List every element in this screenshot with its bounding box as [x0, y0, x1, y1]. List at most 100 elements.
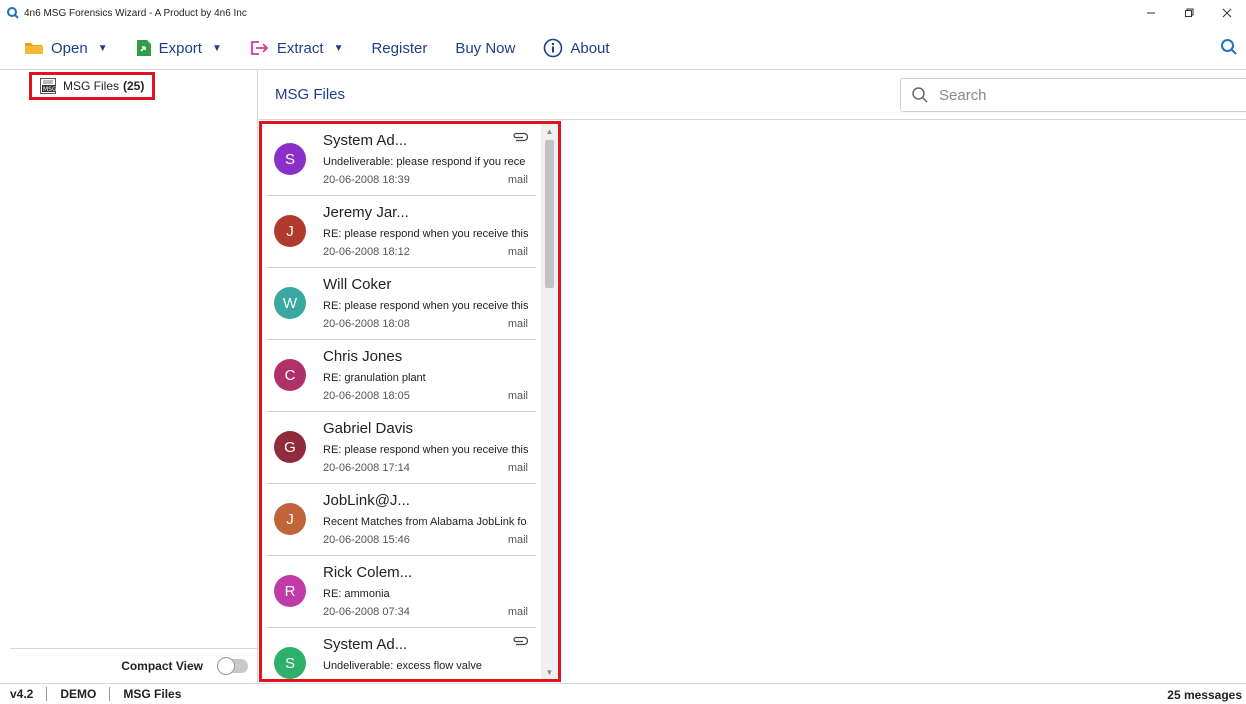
- message-sender: Chris Jones: [323, 348, 403, 365]
- message-date: 20-06-2008 07:34: [323, 606, 410, 618]
- message-date: 20-06-2008 15:46: [323, 534, 410, 546]
- message-type: mail: [507, 606, 528, 618]
- status-divider: [46, 687, 48, 701]
- minimize-icon: [1147, 12, 1155, 14]
- sender-avatar: S: [274, 647, 306, 679]
- close-button[interactable]: [1208, 0, 1246, 26]
- page-title: MSG Files: [275, 86, 346, 103]
- status-bar: v4.2 DEMO MSG Files 25 messages: [0, 683, 1246, 704]
- sender-avatar: J: [274, 215, 306, 247]
- sender-avatar: J: [274, 503, 306, 535]
- about-button[interactable]: About: [543, 38, 610, 58]
- msg-file-icon: MSG: [40, 78, 57, 94]
- open-button[interactable]: Open ▼: [24, 40, 108, 57]
- export-button[interactable]: Export ▼: [136, 39, 222, 57]
- message-sender: Will Coker: [323, 276, 392, 293]
- search-box: [900, 78, 1246, 112]
- content-header: MSG Files: [259, 70, 1246, 120]
- close-icon: [1222, 8, 1232, 18]
- status-location: MSG Files: [123, 687, 182, 701]
- message-type: mail: [507, 534, 528, 546]
- sender-avatar: R: [274, 575, 306, 607]
- paperclip-icon: [513, 132, 528, 142]
- message-date: 20-06-2008 18:05: [323, 390, 410, 402]
- message-list: S System Ad... Undeliverable: please respo…: [259, 121, 561, 682]
- message-subject: Recent Matches from Alabama JobLink fo: [323, 516, 527, 528]
- extract-icon: [250, 41, 269, 55]
- extract-button[interactable]: Extract ▼: [250, 39, 343, 57]
- status-message-count: 25 messages: [1167, 688, 1242, 702]
- extract-label: Extract: [276, 39, 324, 57]
- message-subject: RE: please respond when you receive this: [323, 444, 529, 456]
- register-button[interactable]: Register: [371, 40, 427, 57]
- message-date: 20-06-2008 18:08: [323, 318, 410, 330]
- sender-avatar: W: [274, 287, 306, 319]
- status-divider: [109, 687, 111, 701]
- search-icon: [912, 87, 928, 103]
- sender-avatar: G: [274, 431, 306, 463]
- message-type: mail: [507, 462, 528, 474]
- chevron-down-icon: ▼: [211, 42, 222, 54]
- export-file-icon: [136, 40, 151, 56]
- message-subject: Undeliverable: please respond if you rec…: [323, 156, 526, 168]
- status-mode: DEMO: [60, 687, 97, 701]
- message-list-scrollbar[interactable]: ▲ ▼: [541, 124, 558, 679]
- message-list-item[interactable]: S System Ad... Undeliverable: excess flow …: [266, 628, 536, 679]
- message-items: S System Ad... Undeliverable: please respo…: [262, 124, 538, 679]
- maximize-button[interactable]: [1170, 0, 1208, 26]
- message-sender: Gabriel Davis: [323, 420, 414, 437]
- message-date: 20-06-2008 18:39: [323, 174, 410, 186]
- folder-tree-panel: MSG MSG Files (25) Compact View: [0, 70, 258, 682]
- status-version: v4.2: [10, 687, 34, 701]
- sender-avatar: S: [274, 143, 306, 175]
- message-sender: Rick Colem...: [323, 564, 413, 581]
- message-type: mail: [507, 246, 528, 258]
- message-list-item[interactable]: J JobLink@J... Recent Matches from Alabama…: [266, 484, 536, 556]
- restore-icon: [1185, 8, 1194, 17]
- message-subject: RE: granulation plant: [323, 372, 426, 384]
- tree-item-count: (25): [123, 79, 145, 93]
- sender-avatar: C: [274, 359, 306, 391]
- message-sender: JobLink@J...: [323, 492, 410, 509]
- message-subject: RE: please respond when you receive this: [323, 300, 529, 312]
- message-list-item[interactable]: W Will Coker RE: please respond when you r…: [266, 268, 536, 340]
- message-subject: Undeliverable: excess flow valve: [323, 660, 482, 672]
- chevron-down-icon: ▼: [97, 42, 108, 54]
- message-date: 20-06-2008 17:14: [323, 462, 410, 474]
- paperclip-icon: [513, 636, 528, 646]
- message-list-item[interactable]: S System Ad... Undeliverable: please respo…: [266, 124, 536, 196]
- message-subject: RE: please respond when you receive this: [323, 228, 529, 240]
- message-sender: Jeremy Jar...: [323, 204, 409, 221]
- app-logo-icon: [7, 7, 19, 19]
- toggle-knob: [217, 656, 235, 675]
- message-type: mail: [507, 174, 528, 186]
- scroll-up-icon[interactable]: ▲: [541, 124, 558, 138]
- buy-now-label: Buy Now: [455, 39, 516, 57]
- app-window: 4n6 MSG Forensics Wizard - A Product by …: [0, 0, 1246, 704]
- window-title: 4n6 MSG Forensics Wizard - A Product by …: [24, 7, 247, 19]
- message-sender: System Ad...: [323, 132, 408, 149]
- message-subject: RE: ammonia: [323, 588, 390, 600]
- about-label: About: [570, 39, 610, 57]
- message-list-item[interactable]: J Jeremy Jar... RE: please respond when yo…: [266, 196, 536, 268]
- buy-now-button[interactable]: Buy Now: [455, 40, 515, 57]
- scroll-down-icon[interactable]: ▼: [541, 665, 558, 679]
- message-list-item[interactable]: C Chris Jones RE: granulation plant 20-06-2…: [266, 340, 536, 412]
- info-icon: [544, 38, 563, 58]
- compact-view-label: Compact View: [121, 658, 203, 673]
- toolbar-search-button[interactable]: [1220, 38, 1238, 61]
- compact-view-toggle[interactable]: [217, 656, 248, 675]
- message-list-item[interactable]: R Rick Colem... RE: ammonia 20-06-2008 07:3…: [266, 556, 536, 628]
- toolbar: Open ▼ Export ▼ Extract ▼ Register Buy N…: [0, 28, 1246, 68]
- window-controls: [1132, 0, 1246, 26]
- minimize-button[interactable]: [1132, 0, 1170, 26]
- register-label: Register: [371, 39, 428, 57]
- open-label: Open: [51, 39, 88, 57]
- search-input[interactable]: [939, 86, 1219, 104]
- message-list-item[interactable]: G Gabriel Davis RE: please respond when yo…: [266, 412, 536, 484]
- svg-text:MSG: MSG: [43, 86, 57, 93]
- scroll-thumb[interactable]: [545, 140, 554, 288]
- tree-item-msg-files[interactable]: MSG MSG Files (25): [29, 72, 156, 100]
- export-label: Export: [158, 39, 202, 57]
- message-date: 20-06-2008 18:12: [323, 246, 410, 258]
